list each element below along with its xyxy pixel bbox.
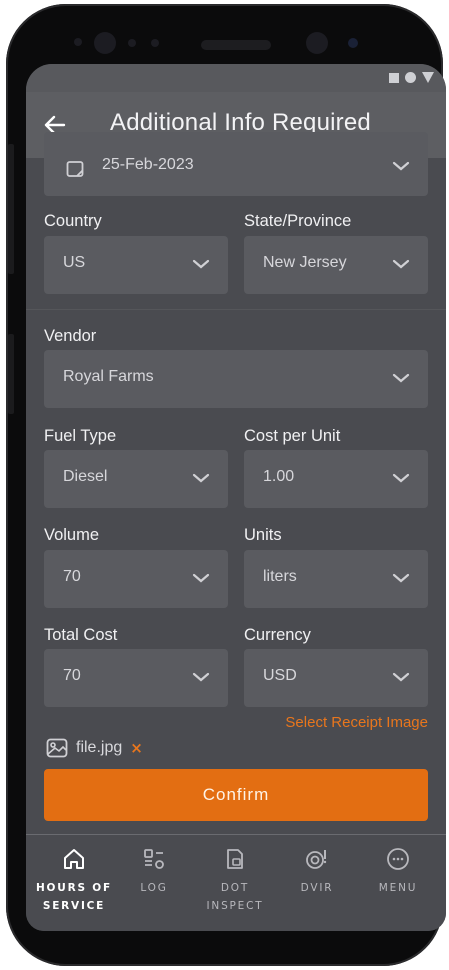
chevron-down-icon bbox=[392, 672, 410, 682]
side-button bbox=[8, 334, 14, 414]
fuel-type-label: Fuel Type bbox=[44, 427, 117, 445]
dvir-icon bbox=[306, 850, 327, 869]
nav-log[interactable]: LOG bbox=[114, 847, 194, 897]
volume-value: 70 bbox=[63, 568, 81, 585]
chevron-down-icon bbox=[192, 672, 210, 682]
divider bbox=[26, 309, 446, 310]
bottom-navigation: HOURS OF SERVICE LOG DOT INSPECT DVIR ME… bbox=[26, 834, 446, 931]
vendor-select[interactable]: Royal Farms bbox=[44, 350, 428, 408]
side-button bbox=[8, 144, 14, 274]
cost-per-unit-select[interactable]: 1.00 bbox=[244, 450, 428, 508]
chevron-down-icon bbox=[392, 259, 410, 269]
fuel-type-value: Diesel bbox=[63, 468, 108, 485]
chevron-down-icon bbox=[392, 161, 410, 171]
currency-value: USD bbox=[263, 667, 297, 684]
units-value: liters bbox=[263, 568, 297, 585]
log-icon bbox=[144, 849, 164, 869]
triangle-icon bbox=[422, 72, 434, 83]
total-cost-value: 70 bbox=[63, 667, 81, 684]
nav-dot-inspect[interactable]: DOT INSPECT bbox=[195, 847, 275, 915]
chevron-down-icon bbox=[392, 573, 410, 583]
front-camera bbox=[94, 32, 116, 54]
cost-per-unit-value: 1.00 bbox=[263, 468, 295, 485]
chevron-down-icon bbox=[192, 259, 210, 269]
nav-label: DOT INSPECT bbox=[206, 882, 264, 912]
calendar-icon bbox=[66, 161, 84, 177]
chevron-down-icon bbox=[192, 573, 210, 583]
stop-icon bbox=[389, 72, 399, 83]
country-label: Country bbox=[44, 212, 102, 230]
nav-label: HOURS OF SERVICE bbox=[35, 882, 113, 912]
country-select[interactable]: US bbox=[44, 236, 228, 294]
nav-dvir[interactable]: DVIR bbox=[277, 847, 357, 897]
state-value: New Jersey bbox=[263, 254, 347, 271]
earpiece-speaker bbox=[201, 40, 271, 50]
nav-label: MENU bbox=[378, 882, 418, 894]
total-cost-label: Total Cost bbox=[44, 626, 118, 644]
screen: Additional Info Required 25-Feb-2023 Cou… bbox=[26, 64, 446, 931]
country-value: US bbox=[63, 254, 86, 271]
menu-icon bbox=[387, 848, 409, 870]
chevron-down-icon bbox=[392, 373, 410, 383]
attached-file: file.jpg × bbox=[46, 738, 143, 758]
volume-select[interactable]: 70 bbox=[44, 550, 228, 608]
chevron-down-icon bbox=[192, 473, 210, 483]
sensor bbox=[348, 38, 358, 48]
dot-inspect-icon bbox=[227, 849, 243, 869]
iris-scanner bbox=[306, 32, 328, 54]
date-field[interactable]: 25-Feb-2023 bbox=[44, 132, 428, 196]
home-icon bbox=[64, 849, 84, 869]
image-icon bbox=[46, 738, 68, 758]
nav-hours-of-service[interactable]: HOURS OF SERVICE bbox=[34, 847, 114, 915]
file-name: file.jpg bbox=[76, 739, 123, 756]
status-bar bbox=[26, 64, 446, 92]
state-select[interactable]: New Jersey bbox=[244, 236, 428, 294]
vendor-label: Vendor bbox=[44, 327, 97, 345]
total-cost-select[interactable]: 70 bbox=[44, 649, 228, 707]
currency-label: Currency bbox=[244, 626, 311, 644]
fuel-type-select[interactable]: Diesel bbox=[44, 450, 228, 508]
nav-label: DVIR bbox=[300, 882, 334, 894]
phone-frame: Additional Info Required 25-Feb-2023 Cou… bbox=[6, 4, 446, 966]
sensor bbox=[151, 39, 159, 47]
units-label: Units bbox=[244, 526, 282, 544]
date-value: 25-Feb-2023 bbox=[102, 156, 194, 173]
nav-label: LOG bbox=[140, 882, 168, 894]
circle-icon bbox=[405, 72, 416, 83]
cost-per-unit-label: Cost per Unit bbox=[244, 427, 341, 445]
sensor bbox=[74, 38, 82, 46]
currency-select[interactable]: USD bbox=[244, 649, 428, 707]
volume-label: Volume bbox=[44, 526, 100, 544]
sensor bbox=[128, 39, 136, 47]
select-receipt-image-link[interactable]: Select Receipt Image bbox=[285, 714, 428, 731]
nav-menu[interactable]: MENU bbox=[358, 847, 438, 897]
remove-file-button[interactable]: × bbox=[130, 739, 143, 757]
units-select[interactable]: liters bbox=[244, 550, 428, 608]
vendor-value: Royal Farms bbox=[63, 368, 154, 385]
chevron-down-icon bbox=[392, 473, 410, 483]
confirm-button[interactable]: Confirm bbox=[44, 769, 428, 821]
state-label: State/Province bbox=[244, 212, 352, 230]
